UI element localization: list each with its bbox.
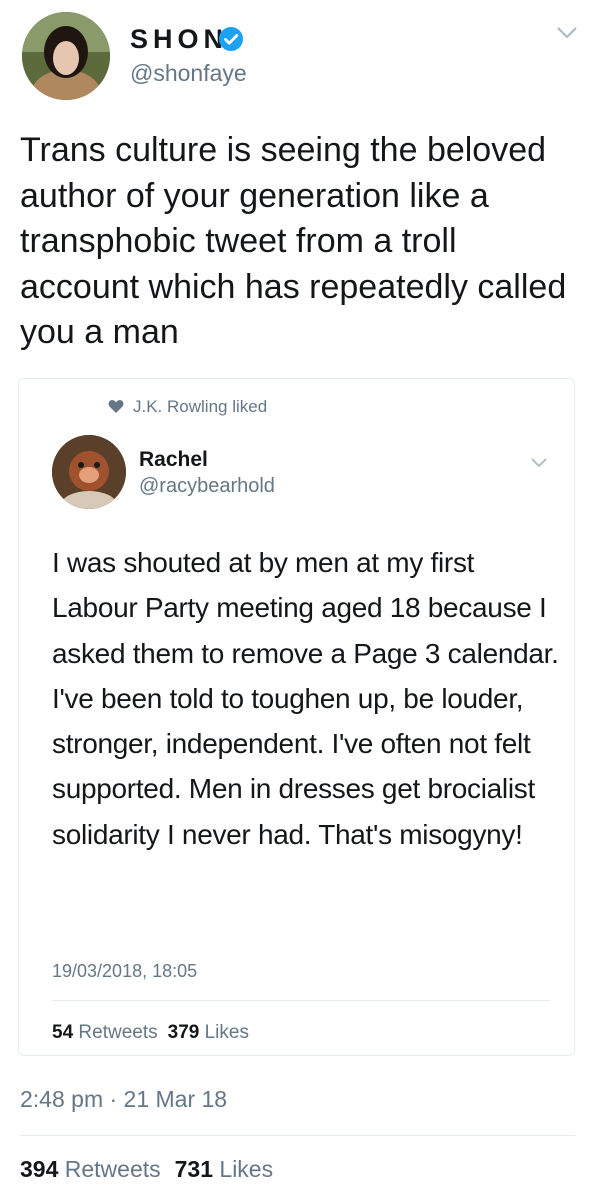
display-name[interactable]: SHON [130,24,228,55]
tweet-stats: 394 Retweets 731 Likes [20,1156,273,1183]
retweets-label[interactable]: Retweets [65,1156,161,1182]
likes-count[interactable]: 731 [175,1156,213,1182]
quoted-likes-count[interactable]: 379 [168,1022,200,1043]
quoted-handle[interactable]: @racybearhold [139,475,275,498]
chevron-down-icon[interactable] [556,26,578,40]
quoted-tweet-text: I was shouted at by men at my first Labo… [52,547,559,850]
chevron-down-icon[interactable] [530,455,548,468]
avatar[interactable] [22,12,110,100]
quoted-display-name[interactable]: Rachel [139,448,208,472]
quoted-stats: 54 Retweets 379 Likes [52,1022,249,1044]
quoted-likes-label[interactable]: Likes [205,1022,249,1043]
tweet-text: Trans culture is seeing the beloved auth… [20,131,567,351]
liked-context[interactable]: J.K. Rowling liked [133,397,267,417]
retweets-count[interactable]: 394 [20,1156,58,1182]
likes-label[interactable]: Likes [219,1156,273,1182]
tweet-timestamp[interactable]: 2:48 pm · 21 Mar 18 [20,1086,227,1113]
verified-badge-icon [218,26,244,52]
quoted-retweets-count[interactable]: 54 [52,1022,73,1043]
heart-icon [108,399,124,414]
user-handle[interactable]: @shonfaye [130,60,247,87]
quoted-avatar[interactable] [52,435,126,509]
divider [20,1135,575,1136]
divider [52,1000,550,1001]
quoted-timestamp[interactable]: 19/03/2018, 18:05 [52,961,197,982]
quoted-retweets-label[interactable]: Retweets [78,1022,157,1043]
